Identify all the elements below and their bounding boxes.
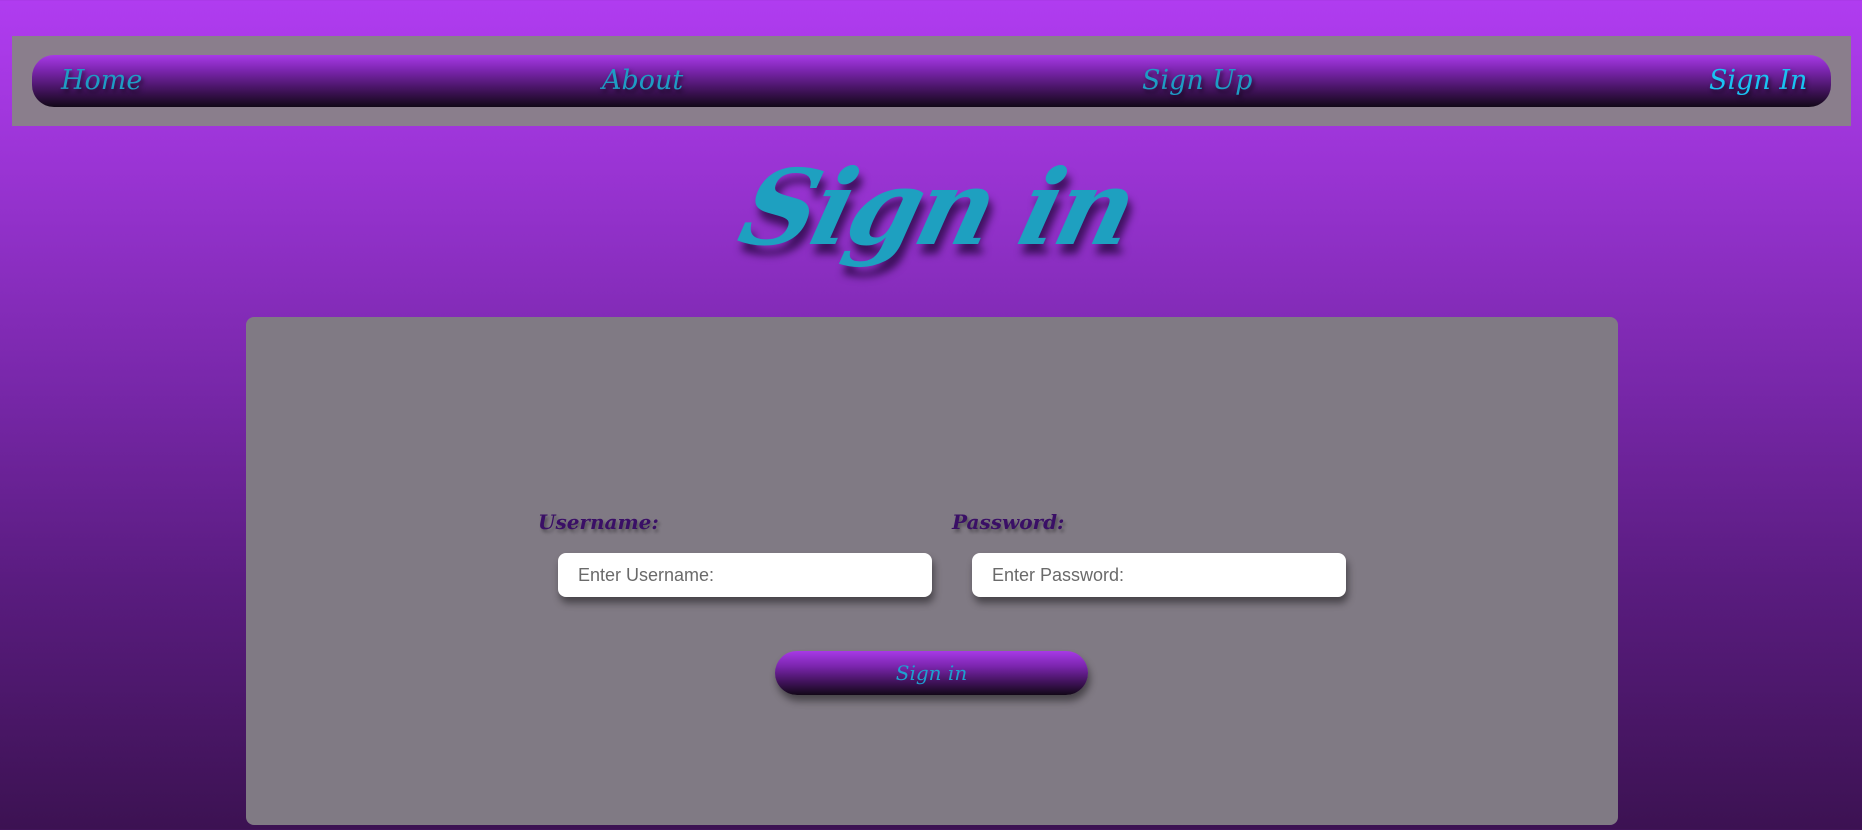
username-input[interactable] bbox=[558, 553, 932, 597]
password-label: Password: bbox=[952, 510, 1065, 534]
sign-in-button[interactable]: Sign in bbox=[775, 651, 1088, 695]
page-title: Sign in bbox=[728, 146, 1146, 269]
username-label: Username: bbox=[538, 510, 659, 534]
nav-link-about[interactable]: About bbox=[602, 64, 683, 98]
nav-link-sign-up[interactable]: Sign Up bbox=[1142, 64, 1252, 98]
navbar-container: Home About Sign Up Sign In bbox=[12, 36, 1851, 126]
navbar: Home About Sign Up Sign In bbox=[32, 55, 1831, 107]
password-input[interactable] bbox=[972, 553, 1346, 597]
sign-in-form-card: Username: Password: Sign in bbox=[246, 317, 1618, 825]
nav-link-home[interactable]: Home bbox=[61, 64, 142, 98]
nav-link-sign-in[interactable]: Sign In bbox=[1709, 64, 1807, 98]
